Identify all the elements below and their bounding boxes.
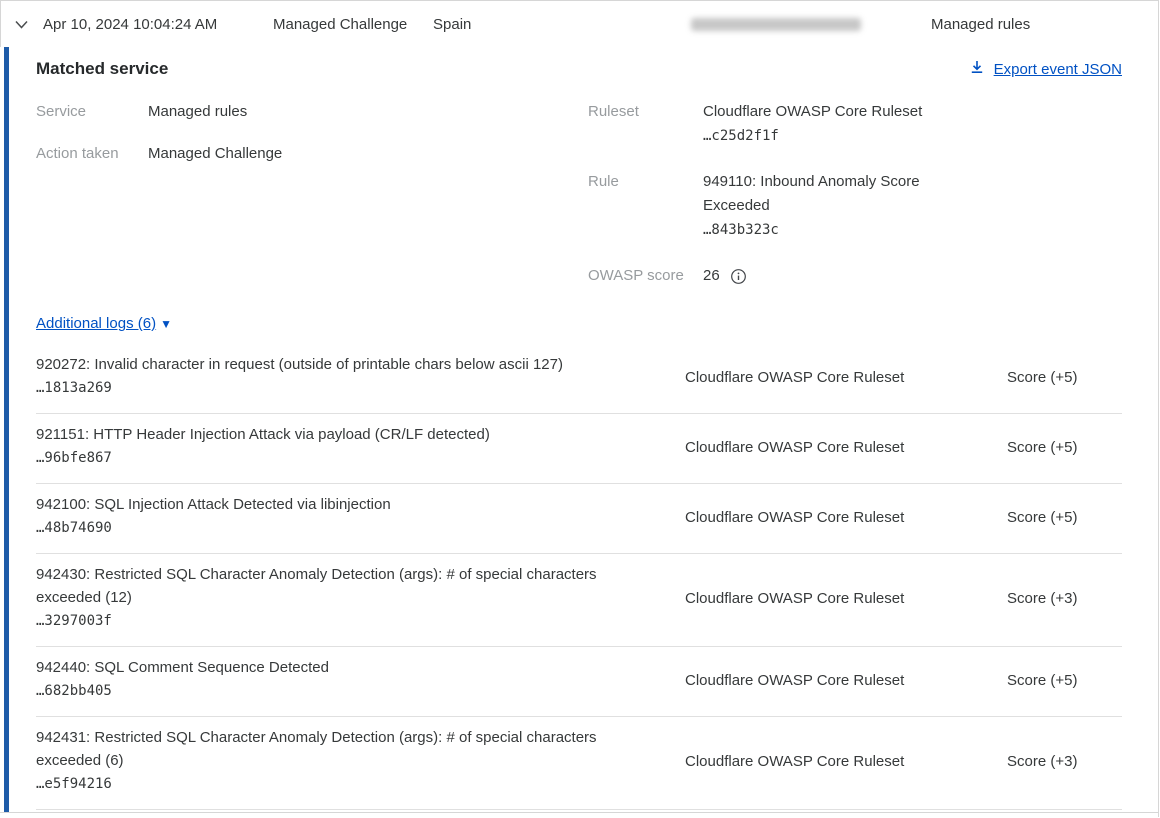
log-row: 921151: HTTP Header Injection Attack via…: [36, 414, 1122, 484]
rule-label: Rule: [588, 170, 703, 194]
log-score: Score (+5): [1007, 672, 1122, 689]
owasp-score-field: OWASP score 26: [588, 264, 1122, 288]
event-service: Managed rules: [931, 16, 1030, 33]
log-score: Score (+5): [1007, 439, 1122, 456]
action-taken-field: Action taken Managed Challenge: [36, 142, 588, 166]
log-rule-hash: …48b74690: [36, 516, 627, 541]
security-event-panel: Apr 10, 2024 10:04:24 AM Managed Challen…: [0, 0, 1159, 817]
additional-logs-list: 920272: Invalid character in request (ou…: [36, 344, 1122, 810]
log-description: 942440: SQL Comment Sequence Detected: [36, 656, 627, 679]
log-description: 942100: SQL Injection Attack Detected vi…: [36, 493, 627, 516]
owasp-score-value: 26: [703, 264, 720, 288]
log-ruleset: Cloudflare OWASP Core Ruleset: [685, 672, 1007, 689]
service-field: Service Managed rules: [36, 100, 588, 124]
event-timestamp: Apr 10, 2024 10:04:24 AM: [43, 16, 273, 33]
log-ruleset: Cloudflare OWASP Core Ruleset: [685, 509, 1007, 526]
download-icon: [969, 59, 985, 79]
ruleset-hash: …c25d2f1f: [703, 128, 779, 144]
log-rule-hash: …682bb405: [36, 679, 627, 704]
log-rule-hash: …3297003f: [36, 609, 627, 634]
matched-service-title: Matched service: [36, 59, 168, 79]
log-ruleset: Cloudflare OWASP Core Ruleset: [685, 369, 1007, 386]
log-row: 942430: Restricted SQL Character Anomaly…: [36, 554, 1122, 647]
export-event-json-link[interactable]: Export event JSON: [969, 59, 1122, 79]
log-ruleset: Cloudflare OWASP Core Ruleset: [685, 590, 1007, 607]
ruleset-value: Cloudflare OWASP Core Ruleset: [703, 103, 922, 120]
service-label: Service: [36, 100, 148, 124]
log-description: 921151: HTTP Header Injection Attack via…: [36, 423, 627, 446]
additional-logs-toggle[interactable]: Additional logs (6) ▼: [36, 315, 172, 332]
matched-service-fields: Service Managed rules Action taken Manag…: [36, 100, 1122, 309]
log-description: 942430: Restricted SQL Character Anomaly…: [36, 563, 627, 609]
log-row: 942100: SQL Injection Attack Detected vi…: [36, 484, 1122, 554]
collapse-triangle-icon[interactable]: ▼: [160, 318, 172, 330]
action-taken-value: Managed Challenge: [148, 142, 282, 166]
event-action: Managed Challenge: [273, 16, 433, 33]
log-description: 920272: Invalid character in request (ou…: [36, 353, 627, 376]
log-score: Score (+3): [1007, 753, 1122, 770]
redacted-host-blob: [691, 18, 861, 31]
log-ruleset: Cloudflare OWASP Core Ruleset: [685, 439, 1007, 456]
ruleset-label: Ruleset: [588, 100, 703, 124]
chevron-down-icon[interactable]: [14, 17, 43, 32]
log-row: 920272: Invalid character in request (ou…: [36, 344, 1122, 414]
log-row: 942440: SQL Comment Sequence Detected …6…: [36, 647, 1122, 717]
log-rule-hash: …1813a269: [36, 376, 627, 401]
ruleset-field: Ruleset Cloudflare OWASP Core Ruleset …c…: [588, 100, 1122, 149]
additional-logs-label: Additional logs (6): [36, 315, 156, 332]
log-score: Score (+3): [1007, 590, 1122, 607]
owasp-score-label: OWASP score: [588, 264, 703, 288]
log-score: Score (+5): [1007, 369, 1122, 386]
log-row: 942431: Restricted SQL Character Anomaly…: [36, 717, 1122, 810]
log-rule-hash: …e5f94216: [36, 772, 627, 797]
rule-value: 949110: Inbound Anomaly Score Exceeded: [703, 173, 920, 214]
log-rule-hash: …96bfe867: [36, 446, 627, 471]
event-country: Spain: [433, 16, 691, 33]
rule-field: Rule 949110: Inbound Anomaly Score Excee…: [588, 170, 1122, 243]
log-score: Score (+5): [1007, 509, 1122, 526]
export-event-json-label: Export event JSON: [994, 61, 1122, 78]
log-ruleset: Cloudflare OWASP Core Ruleset: [685, 753, 1007, 770]
rule-hash: …843b323c: [703, 222, 779, 238]
log-description: 942431: Restricted SQL Character Anomaly…: [36, 726, 627, 772]
event-detail-panel: Matched service Export event JSON Servic…: [0, 47, 1158, 813]
event-summary-row[interactable]: Apr 10, 2024 10:04:24 AM Managed Challen…: [0, 1, 1158, 47]
info-icon[interactable]: [730, 268, 747, 285]
service-value: Managed rules: [148, 100, 247, 124]
action-taken-label: Action taken: [36, 142, 148, 166]
